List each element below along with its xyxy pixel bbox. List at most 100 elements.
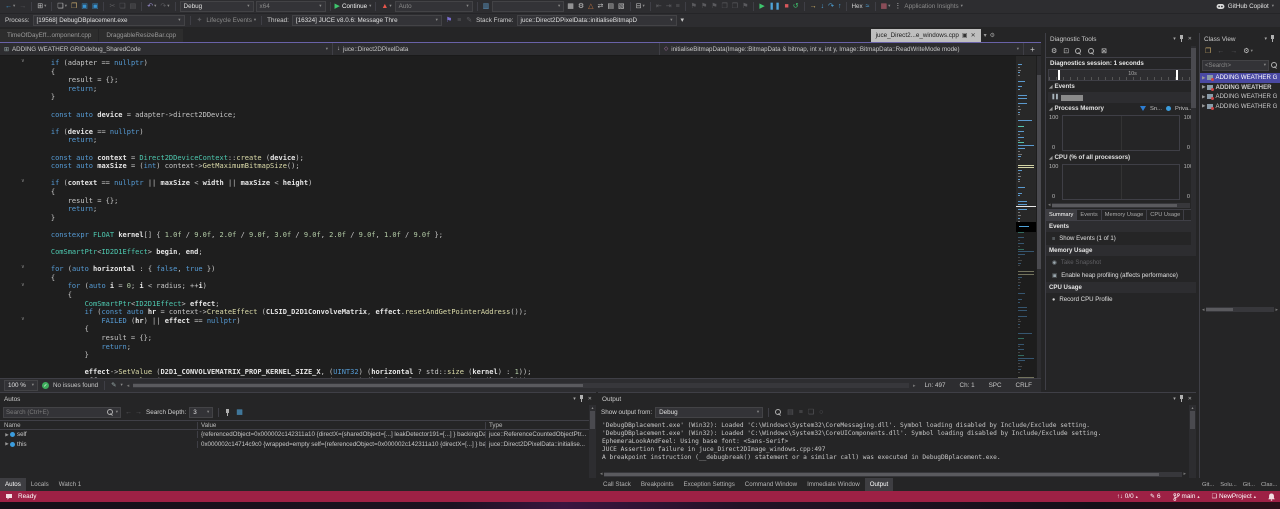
tab-autos[interactable]: Autos [0,478,26,491]
toolbar2-overflow-icon[interactable]: ▾ [680,15,686,26]
open-file-icon[interactable]: ❐ [70,1,78,12]
toolbar-overflow-icon[interactable]: ⋮ [893,1,902,12]
parallel-watch-icon[interactable]: ≈ [865,1,871,12]
events-section-header[interactable]: ◢ Events [1046,81,1196,92]
application-insights-button[interactable]: Application Insights ▾ [904,3,963,10]
autos-close-icon[interactable]: ✕ [588,396,592,402]
step-over-icon[interactable]: ↷ [827,1,835,12]
project-dropdown[interactable]: ⊞ ADDING WEATHER GRIDdebug_SharedCode ▾ [0,43,333,55]
class-view-chevron-icon[interactable]: ▾ [1264,36,1267,42]
back-icon[interactable]: ← ▾ [4,1,16,12]
start-debug-icon[interactable]: ▶ [758,1,765,12]
fold-arrow-icon[interactable]: ∨ [21,179,25,184]
eol-indicator[interactable]: CRLF [1011,382,1037,389]
output-scrollbar[interactable]: ▴ [1189,405,1196,478]
repository-button[interactable]: ❑ NewProject ▴ [1212,493,1256,500]
thread-label[interactable]: Thread: [267,17,289,24]
code-line[interactable]: result = {}; [34,197,1009,206]
code-line[interactable]: const auto context = Direct2DDeviceConte… [34,154,1009,163]
code-editor[interactable]: ∨ ∨ ∨ ∨ ∨ if (adapter == nullptr) { result =… [0,56,1041,378]
step-into-icon[interactable]: ↓ [820,1,826,12]
autos-column-headers[interactable]: Name Value Type [0,420,596,430]
select-interval-icon[interactable]: ⊡ [1062,46,1070,57]
pin-values-icon[interactable] [224,407,232,418]
branch-button[interactable]: main ▴ [1172,492,1200,501]
zoom-select[interactable]: 100 % ▾ [4,380,38,391]
code-line[interactable]: effect->SetValue (D2D1_CONVOLVEMATRIX_PR… [34,368,1009,377]
tab-exception-settings[interactable]: Exception Settings [679,478,740,491]
restart-debug-icon[interactable]: ↺ [792,1,800,12]
breakpoints-window-icon[interactable]: ▦ ▾ [880,1,892,12]
fold-arrow-icon[interactable]: ∨ [21,282,25,288]
record-cpu-link[interactable]: ● Record CPU Profile [1046,293,1196,306]
code-line[interactable] [34,119,1009,128]
class-view-item[interactable]: ▶ ADDING WEATHER [1200,83,1280,93]
extensions-icon[interactable]: ▧ [617,1,626,12]
tab-options-gear-icon[interactable]: ⚙ [990,32,995,42]
code-line[interactable] [34,222,1009,231]
member-dropdown[interactable]: ◇ initialiseBitmapData(Image::BitmapData… [660,43,1023,55]
cpu-section-header[interactable]: ◢ CPU (% of all processors) [1046,152,1196,163]
search-depth-select[interactable]: 3 ▾ [189,407,214,418]
codelens-pen-icon[interactable]: ✎ [111,382,116,389]
hot-reload-icon[interactable]: ▲ ▾ [380,1,392,12]
columns-layout-icon[interactable]: ▦ [235,407,244,418]
autos-search-input[interactable] [6,409,105,416]
hscroll-right-arrow[interactable]: ▸ [913,383,916,389]
tab-immediate-window[interactable]: Immediate Window [802,478,865,491]
code-line[interactable] [34,257,1009,266]
pending-edits-button[interactable]: ✎ 6 [1150,493,1161,500]
undo-icon[interactable]: ↶ ▾ [146,1,157,12]
fold-arrow-icon[interactable]: ∨ [21,317,25,322]
output-close-icon[interactable]: ✕ [1188,396,1192,402]
zoom-out-icon[interactable] [1087,46,1096,57]
properties-icon[interactable]: ▤ [606,1,615,12]
stack-frame-label[interactable]: Stack Frame: [476,17,513,24]
autos-scrollbar[interactable]: ▴ [589,405,596,478]
diag-pin-icon[interactable] [1179,35,1185,43]
output-source-select[interactable]: Debug ▾ [655,407,764,418]
events-track[interactable]: ❚❚ [1048,92,1194,103]
hscroll-left-arrow[interactable]: ◂ [127,383,130,389]
code-line[interactable]: result = {}; [34,76,1009,85]
code-line[interactable]: const auto maxSize = (int) context->GetM… [34,162,1009,171]
code-line[interactable]: for (auto horizontal : { false, true }) [34,265,1009,274]
window-layout-icon[interactable]: ⊞ ▾ [36,1,47,12]
tab-timeofdayeff-omponent-cpp[interactable]: TimeOfDayEff...omponent.cpp [0,29,99,42]
tab-draggableresizebar-cpp[interactable]: DraggableResizeBar.cpp [99,29,184,42]
error-list-icon[interactable]: △ [587,1,594,12]
diagnostics-scrollbar[interactable] [1191,46,1196,246]
hex-toggle[interactable]: Hex [851,3,862,10]
hot-reload-mode-select[interactable]: Auto ▾ [394,1,473,12]
save-icon[interactable]: ▣ [80,1,89,12]
flag-icon[interactable]: ⚑ [445,15,453,26]
code-line[interactable]: if (adapter == nullptr) [34,59,1009,68]
code-line[interactable]: { [34,188,1009,197]
split-window-icon[interactable]: ⊟ ▾ [635,1,646,12]
tab-command-window[interactable]: Command Window [740,478,802,491]
tab-summary[interactable]: Summary [1046,210,1078,220]
heap-profiling-link[interactable]: ▣ Enable heap profiling (affects performa… [1046,269,1196,282]
output-pin-icon[interactable] [1179,395,1185,403]
thread-select[interactable]: [16324] JUCE v8.0.6: Message Thre ▾ [291,15,442,26]
process-select[interactable]: [19568] DebugDBplacement.exe ▾ [32,15,185,26]
autos-chevron-icon[interactable]: ▾ [573,396,576,402]
minimap[interactable] [1016,56,1036,378]
code-line[interactable] [34,171,1009,180]
break-all-icon[interactable]: ❚❚ [768,1,782,12]
stop-debug-icon[interactable]: ■ [783,1,789,12]
lifecycle-events-button[interactable]: Lifecycle Events ▾ [206,17,256,24]
show-next-statement-icon[interactable]: → [809,1,818,12]
code-line[interactable]: return; [34,343,1009,352]
code-line[interactable]: { [34,291,1009,300]
class-view-pin-icon[interactable] [1270,35,1276,43]
show-events-link[interactable]: ≡ Show Events (1 of 1) [1046,232,1196,245]
step-out-icon[interactable]: ↑ [837,1,843,12]
new-folder-icon[interactable]: ❐ [1204,46,1212,57]
live-preview-icon[interactable]: ▥ [482,1,491,12]
spaces-indicator[interactable]: SPC [984,382,1007,389]
health-check-icon[interactable]: ✓ [42,382,49,389]
save-all-icon[interactable]: ▣ [91,1,100,12]
tab-breakpoints[interactable]: Breakpoints [636,478,679,491]
notifications-bell-button[interactable] [1268,493,1275,501]
